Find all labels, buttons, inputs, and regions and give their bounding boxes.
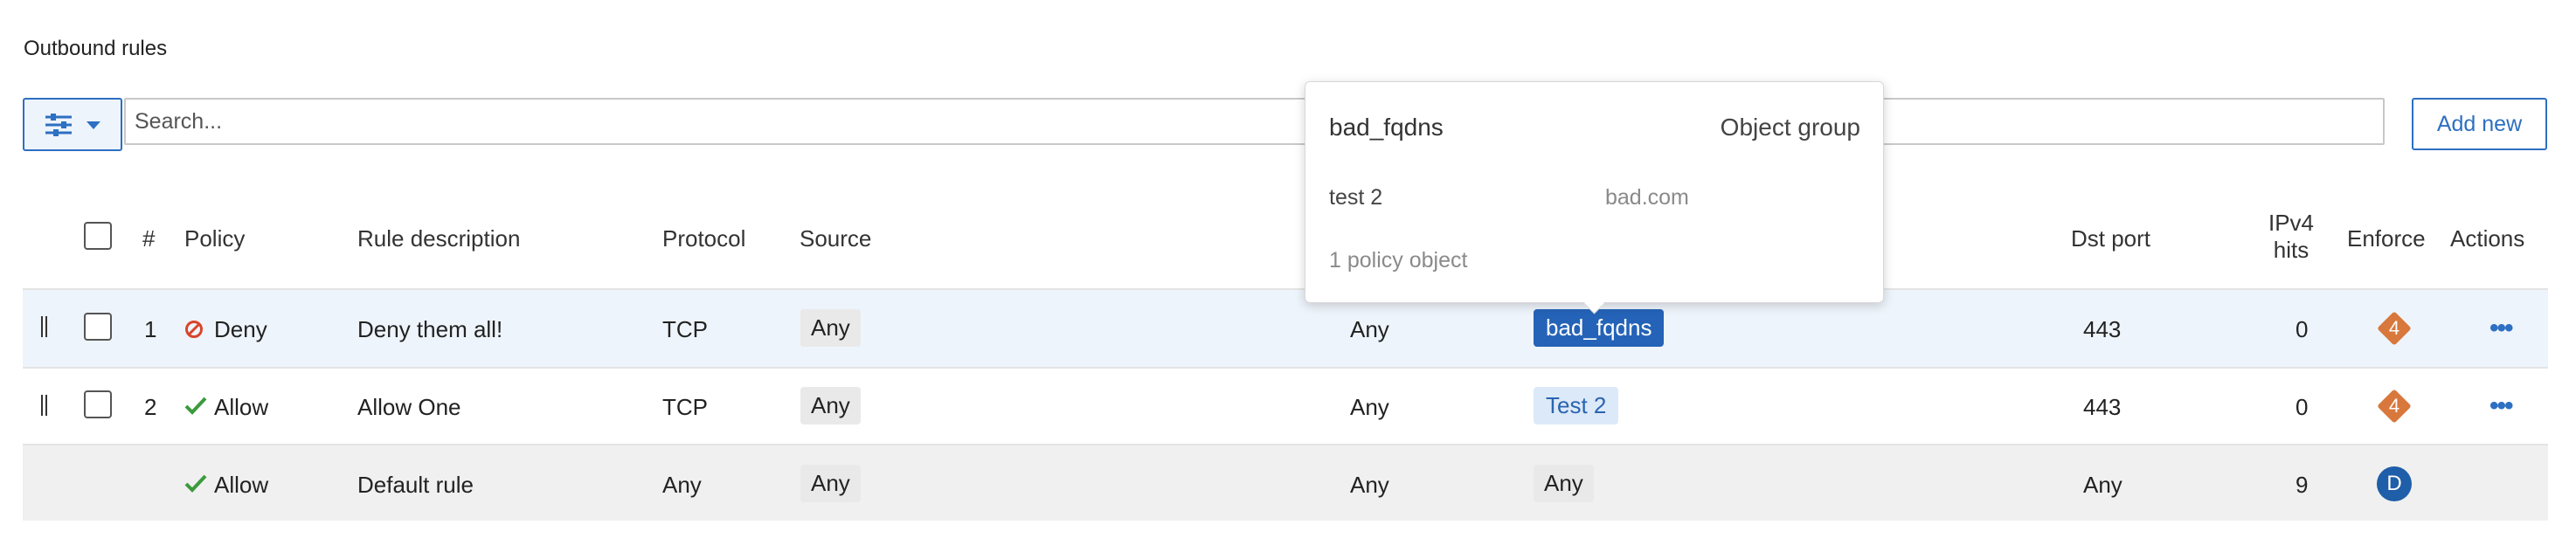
rule-description: Deny them all! (357, 316, 503, 342)
row-divider (23, 367, 2548, 369)
add-new-button[interactable]: Add new (2412, 98, 2547, 150)
drag-handle-icon[interactable] (40, 316, 49, 337)
caret-down-icon (87, 121, 100, 129)
check-icon (184, 397, 207, 415)
select-all-checkbox[interactable] (84, 222, 112, 250)
rule-description: Default rule (357, 472, 474, 498)
src-port: Any (1350, 472, 1389, 498)
destination-tag: Any (1534, 465, 1594, 502)
header-protocol[interactable]: Protocol (662, 225, 745, 252)
check-icon (184, 474, 207, 493)
policy-label: Deny (214, 316, 267, 342)
enforce-diamond-icon: 4 (2377, 389, 2412, 424)
ipv4-hits: 0 (2296, 316, 2309, 342)
destination-tag[interactable]: bad_fqdns (1534, 309, 1665, 347)
sliders-icon (45, 113, 72, 136)
header-ipv4-hits[interactable]: IPv4 hits (2265, 210, 2317, 264)
rule-description: Allow One (357, 394, 461, 420)
policy-label: Allow (214, 394, 269, 420)
protocol: TCP (662, 394, 708, 420)
enforce-default-icon: D (2377, 466, 2412, 501)
header-actions: Actions (2450, 225, 2525, 252)
source-tag: Any (800, 387, 861, 424)
search-input[interactable] (124, 98, 2385, 145)
ipv4-hits: 0 (2296, 394, 2309, 420)
header-source[interactable]: Source (800, 225, 871, 252)
dst-port: 443 (2083, 394, 2122, 420)
source-tag: Any (800, 465, 861, 502)
rule-number: 1 (144, 316, 157, 342)
src-port: Any (1350, 316, 1389, 342)
row-checkbox[interactable] (84, 313, 112, 341)
protocol: TCP (662, 316, 708, 342)
enforce-value: 4 (2388, 317, 2400, 339)
header-ipv4-hits-line2: hits (2273, 237, 2309, 263)
header-enforce: Enforce (2347, 225, 2426, 252)
row-checkbox[interactable] (84, 390, 112, 418)
rule-number: 2 (144, 394, 157, 420)
object-group-popover: bad_fqdns Object group test 2 bad.com 1 … (1305, 81, 1884, 303)
destination-tag[interactable]: Test 2 (1534, 387, 1619, 424)
popover-footer: 1 policy object (1329, 248, 1468, 273)
header-ipv4-hits-line1: IPv4 (2268, 210, 2315, 236)
src-port: Any (1350, 394, 1389, 420)
drag-handle-icon[interactable] (40, 395, 49, 416)
popover-entry-value: bad.com (1605, 185, 1689, 210)
enforce-value: 4 (2388, 395, 2400, 417)
dst-port: Any (2083, 472, 2122, 498)
protocol: Any (662, 472, 702, 498)
popover-type: Object group (1720, 114, 1860, 141)
popover-title: bad_fqdns (1329, 114, 1444, 141)
section-title: Outbound rules (24, 37, 168, 60)
header-policy[interactable]: Policy (184, 225, 245, 252)
more-actions-icon[interactable]: ••• (2489, 393, 2513, 419)
policy-label: Allow (214, 472, 269, 498)
dst-port: 443 (2083, 316, 2122, 342)
enforce-diamond-icon: 4 (2377, 311, 2412, 346)
header-number: # (142, 225, 156, 252)
ipv4-hits: 9 (2296, 472, 2309, 498)
source-tag: Any (800, 309, 861, 347)
header-description[interactable]: Rule description (357, 225, 520, 252)
deny-icon (185, 321, 203, 338)
filter-dropdown-button[interactable] (23, 98, 122, 151)
popover-entry-name: test 2 (1329, 185, 1383, 210)
header-dst-port[interactable]: Dst port (2071, 225, 2150, 252)
more-actions-icon[interactable]: ••• (2489, 315, 2513, 342)
